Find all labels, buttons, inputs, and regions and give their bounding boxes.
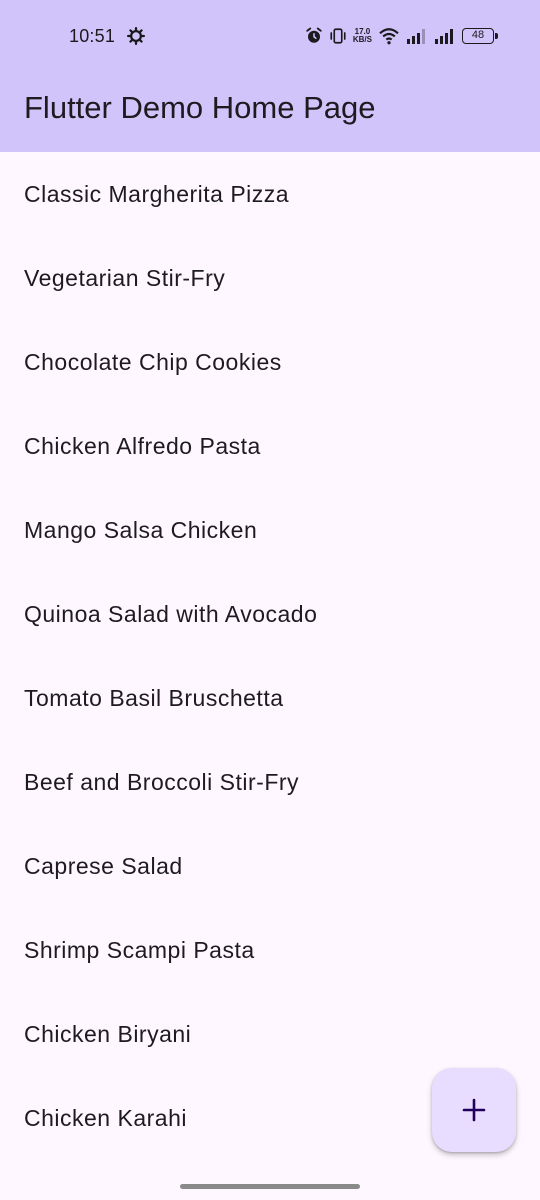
battery-level: 48 (471, 29, 485, 41)
list-item[interactable]: Caprese Salad (0, 824, 540, 908)
page-title: Flutter Demo Home Page (24, 90, 376, 125)
list-item[interactable]: Quinoa Salad with Avocado (0, 572, 540, 656)
vibrate-icon (330, 28, 346, 44)
list-item[interactable]: Mango Salsa Chicken (0, 488, 540, 572)
plus-icon (462, 1098, 486, 1122)
signal-icon-sim2 (435, 29, 453, 44)
add-recipe-button[interactable] (432, 1068, 516, 1152)
status-time: 10:51 (69, 26, 116, 46)
settings-gear-icon (127, 27, 145, 45)
recipe-list: Classic Margherita Pizza Vegetarian Stir… (0, 152, 540, 1160)
signal-icon (407, 29, 425, 44)
status-icons: 17.0 KB/S 48 (305, 24, 498, 48)
battery-icon: 48 (462, 28, 498, 44)
app-bar: Flutter Demo Home Page (0, 72, 540, 152)
list-item[interactable]: Tomato Basil Bruschetta (0, 656, 540, 740)
list-item[interactable]: Chicken Biryani (0, 992, 540, 1076)
alarm-icon (306, 27, 322, 43)
network-speed-unit: KB/S (352, 35, 372, 44)
list-item[interactable]: Shrimp Scampi Pasta (0, 908, 540, 992)
list-item[interactable]: Vegetarian Stir-Fry (0, 236, 540, 320)
list-item[interactable]: Chicken Alfredo Pasta (0, 404, 540, 488)
network-speed: 17.0 KB/S (353, 28, 372, 44)
status-bar: 10:51 17.0 KB/S 48 (0, 0, 540, 72)
home-indicator[interactable] (180, 1184, 360, 1189)
list-item[interactable]: Chocolate Chip Cookies (0, 320, 540, 404)
list-item[interactable]: Beef and Broccoli Stir-Fry (0, 740, 540, 824)
list-item[interactable]: Classic Margherita Pizza (0, 152, 540, 236)
wifi-icon (379, 28, 399, 45)
